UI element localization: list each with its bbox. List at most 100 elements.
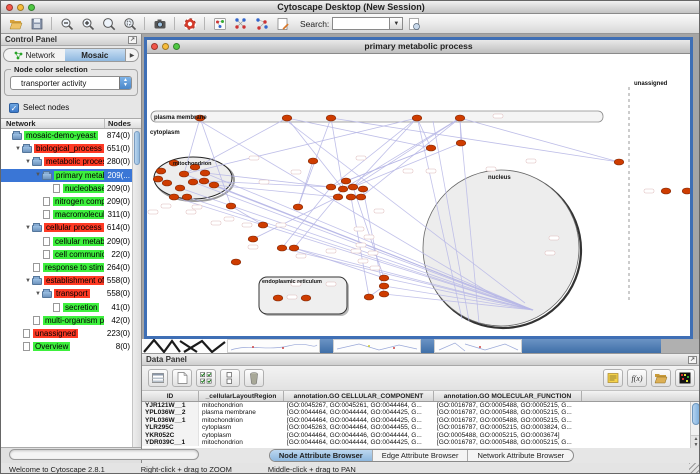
- network-node[interactable]: [338, 186, 348, 192]
- tab-mosaic[interactable]: Mosaic: [65, 49, 126, 61]
- search-config-icon[interactable]: [403, 15, 424, 33]
- network-zoom-button[interactable]: [173, 43, 180, 50]
- network-node[interactable]: [199, 178, 209, 184]
- search-input[interactable]: [332, 17, 390, 30]
- tree-item[interactable]: ▼transport558(0): [1, 287, 141, 300]
- tree-expander-icon[interactable]: ▼: [34, 172, 42, 178]
- attribute-grid-icon[interactable]: [148, 369, 168, 387]
- tree-item[interactable]: nitrogen compo209(0): [1, 195, 141, 208]
- matrix-icon[interactable]: [675, 369, 695, 387]
- network-node[interactable]: [273, 295, 283, 301]
- tab-network[interactable]: Network: [4, 49, 65, 61]
- network-node[interactable]: [333, 194, 343, 200]
- float-panel-icon[interactable]: ↗: [128, 36, 137, 44]
- network-node[interactable]: [426, 145, 436, 151]
- network-close-button[interactable]: [151, 43, 158, 50]
- tree-expander-icon[interactable]: ▼: [24, 225, 32, 231]
- new-attribute-icon[interactable]: [172, 369, 192, 387]
- tree-item[interactable]: response to stimulu264(0): [1, 261, 141, 274]
- select-attributes-icon[interactable]: [196, 369, 216, 387]
- network-minimize-button[interactable]: [162, 43, 169, 50]
- network-node[interactable]: [162, 180, 172, 186]
- float-panel-icon[interactable]: ↗: [688, 356, 697, 364]
- function-icon[interactable]: f(x): [627, 369, 647, 387]
- network-node[interactable]: [209, 182, 219, 188]
- tree-scrollbar-thumb[interactable]: [134, 131, 140, 165]
- network-node[interactable]: [277, 245, 287, 251]
- tab-overflow-arrow[interactable]: ▶: [125, 49, 138, 61]
- network-node[interactable]: [179, 171, 189, 177]
- network-node[interactable]: [200, 170, 210, 176]
- network-node[interactable]: [379, 291, 389, 297]
- network-node[interactable]: [301, 295, 311, 301]
- resize-grip[interactable]: [689, 463, 700, 474]
- column-header[interactable]: annotation.GO MOLECULAR_FUNCTION: [434, 391, 582, 401]
- delete-attribute-icon[interactable]: [244, 369, 264, 387]
- network-node[interactable]: [282, 115, 292, 121]
- network-node[interactable]: [153, 176, 163, 182]
- close-button[interactable]: [6, 4, 13, 11]
- network-node[interactable]: [348, 184, 358, 190]
- layout-icon-b[interactable]: [251, 15, 272, 33]
- search-dropdown-button[interactable]: ▼: [390, 17, 403, 30]
- snapshot-icon[interactable]: [149, 15, 170, 33]
- note-icon[interactable]: [603, 369, 623, 387]
- column-header[interactable]: _cellularLayoutRegion: [199, 391, 284, 401]
- network-node[interactable]: [661, 188, 671, 194]
- tree-item[interactable]: ▼metabolic process280(0): [1, 155, 141, 168]
- zoom-selected-icon[interactable]: [119, 15, 140, 33]
- network-node[interactable]: [326, 184, 336, 190]
- tree-item[interactable]: multi-organism pro42(0): [1, 314, 141, 327]
- tree-expander-icon[interactable]: ▼: [24, 278, 32, 284]
- network-node[interactable]: [248, 236, 258, 242]
- table-scrollbar[interactable]: ▲▼: [690, 402, 700, 448]
- network-node[interactable]: [356, 194, 366, 200]
- unselect-attributes-icon[interactable]: [220, 369, 240, 387]
- network-node[interactable]: [293, 204, 303, 210]
- network-node[interactable]: [341, 178, 351, 184]
- tree-scrollbar[interactable]: [132, 129, 141, 447]
- column-header[interactable]: ID: [142, 391, 199, 401]
- network-node[interactable]: [175, 185, 185, 191]
- tree-item[interactable]: ▼cellular process614(0): [1, 221, 141, 234]
- tab-node-attribute-browser[interactable]: Node Attribute Browser: [270, 450, 373, 461]
- zoom-out-icon[interactable]: [56, 15, 77, 33]
- network-window-titlebar[interactable]: primary metabolic process: [147, 40, 690, 54]
- help-icon[interactable]: [179, 15, 200, 33]
- network-node[interactable]: [614, 159, 624, 165]
- column-header[interactable]: annotation.GO CELLULAR_COMPONENT: [284, 391, 434, 401]
- table-row[interactable]: YJR121W__1mitochondrion[GO:0045267, GO:0…: [142, 402, 700, 409]
- table-row[interactable]: YKR052Ccytoplasm[GO:0044464, GO:0044446,…: [142, 432, 700, 439]
- tree-item[interactable]: secretion41(0): [1, 300, 141, 313]
- tree-expander-icon[interactable]: ▼: [14, 146, 22, 152]
- table-scrollbar-thumb[interactable]: [692, 403, 700, 425]
- network-node[interactable]: [188, 179, 198, 185]
- network-node[interactable]: [182, 194, 192, 200]
- network-node[interactable]: [258, 222, 268, 228]
- network-canvas[interactable]: plasma membranecytoplasmmitochondrionnuc…: [147, 54, 690, 336]
- table-row[interactable]: YLR295Ccytoplasm[GO:0045263, GO:0044464,…: [142, 424, 700, 431]
- tree-item[interactable]: Overview8(0): [1, 340, 141, 353]
- network-node[interactable]: [169, 194, 179, 200]
- tree-item[interactable]: ▼biological_process651(0): [1, 142, 141, 155]
- save-icon[interactable]: [26, 15, 47, 33]
- import-folder-icon[interactable]: [651, 369, 671, 387]
- network-node[interactable]: [289, 245, 299, 251]
- table-row[interactable]: YDR039C__1mitochondrion[GO:0044464, GO:0…: [142, 439, 700, 446]
- tree-item[interactable]: ▼primary metabolic209(...: [1, 169, 141, 182]
- tree-expander-icon[interactable]: ▼: [24, 159, 32, 165]
- open-file-icon[interactable]: [5, 15, 26, 33]
- node-color-select[interactable]: transporter activity ▲▼: [10, 76, 132, 90]
- network-node[interactable]: [364, 294, 374, 300]
- tree-item[interactable]: cell communicat22(0): [1, 248, 141, 261]
- zoom-in-icon[interactable]: [77, 15, 98, 33]
- table-scrollbar-arrows[interactable]: ▲▼: [691, 435, 700, 448]
- table-row[interactable]: YPL036W__2plasma membrane[GO:0044464, GO…: [142, 409, 700, 416]
- annotation-icon[interactable]: [272, 15, 293, 33]
- minimize-button[interactable]: [17, 4, 24, 11]
- table-row[interactable]: YPL036W__1mitochondrion[GO:0044464, GO:0…: [142, 417, 700, 424]
- network-node[interactable]: [326, 115, 336, 121]
- network-node[interactable]: [156, 168, 166, 174]
- network-node[interactable]: [358, 186, 368, 192]
- select-nodes-checkbox[interactable]: ✓: [9, 103, 19, 113]
